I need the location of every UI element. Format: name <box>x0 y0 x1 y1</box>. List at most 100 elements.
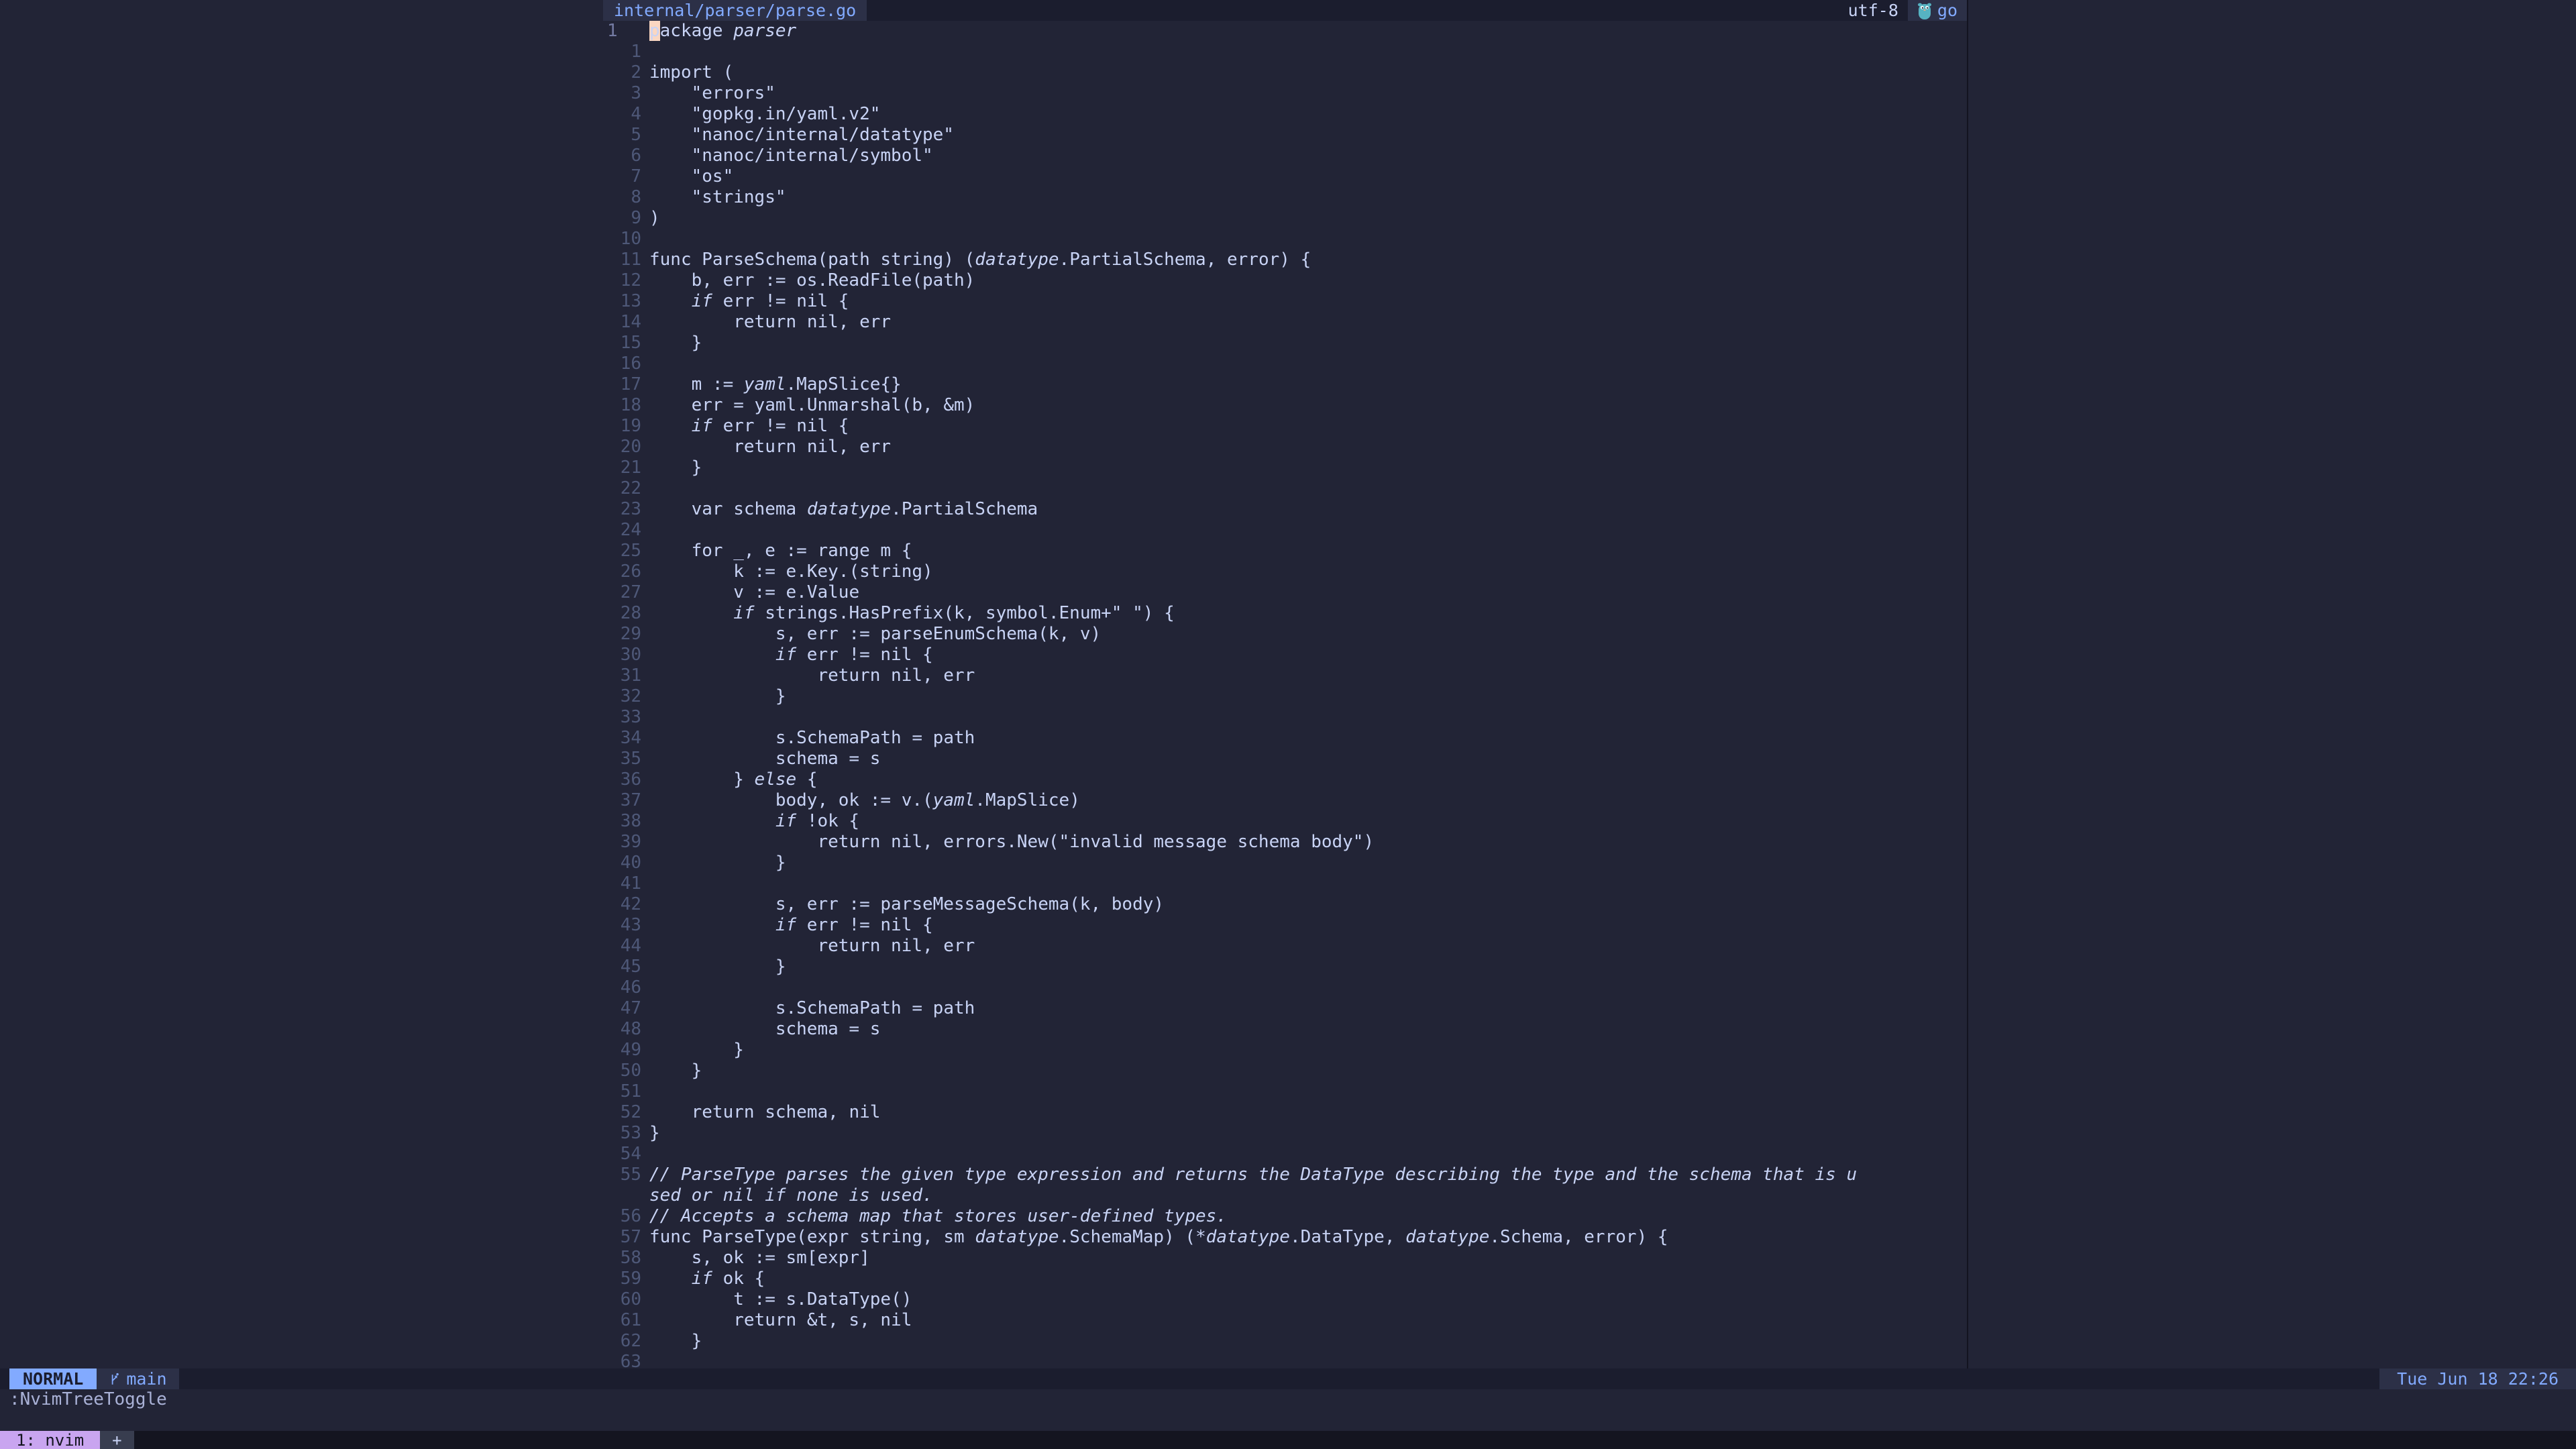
code-line[interactable]: 4 "gopkg.in/yaml.v2" <box>603 104 1967 125</box>
code-line[interactable]: 20 return nil, err <box>603 437 1967 458</box>
line-number: 46 <box>603 977 649 998</box>
code-line[interactable]: 26 k := e.Key.(string) <box>603 561 1967 582</box>
code-line[interactable]: 15 } <box>603 333 1967 354</box>
line-number: 42 <box>603 894 649 915</box>
code-line[interactable]: 60 t := s.DataType() <box>603 1289 1967 1310</box>
window-separator[interactable] <box>1967 0 1968 1368</box>
code-line[interactable]: 49 } <box>603 1040 1967 1061</box>
tmux-status-bar: 1: nvim + <box>0 1431 2576 1449</box>
line-number: 6 <box>603 146 649 166</box>
code-line[interactable]: sed or nil if none is used. <box>603 1185 1967 1206</box>
code-line[interactable]: 12 b, err := os.ReadFile(path) <box>603 270 1967 291</box>
code-line[interactable]: 62 } <box>603 1331 1967 1352</box>
code-line[interactable]: 13 if err != nil { <box>603 291 1967 312</box>
code-line[interactable]: 23 var schema datatype.PartialSchema <box>603 499 1967 520</box>
line-number: 4 <box>603 104 649 125</box>
code-line[interactable]: 50 } <box>603 1061 1967 1081</box>
code-line[interactable]: 5 "nanoc/internal/datatype" <box>603 125 1967 146</box>
line-number: 56 <box>603 1206 649 1227</box>
line-number: 9 <box>603 208 649 229</box>
code-line[interactable]: 10 <box>603 229 1967 250</box>
line-number: 29 <box>603 624 649 645</box>
code-line[interactable]: 43 if err != nil { <box>603 915 1967 936</box>
code-line[interactable]: 61 return &t, s, nil <box>603 1310 1967 1331</box>
code-line[interactable]: 31 return nil, err <box>603 665 1967 686</box>
code-line[interactable]: 19 if err != nil { <box>603 416 1967 437</box>
tmux-window-tab[interactable]: 1: nvim <box>0 1431 100 1449</box>
code-line[interactable]: 6 "nanoc/internal/symbol" <box>603 146 1967 166</box>
line-number: 26 <box>603 561 649 582</box>
line-number: 23 <box>603 499 649 520</box>
line-number: 38 <box>603 811 649 832</box>
line-number: 44 <box>603 936 649 957</box>
code-line[interactable]: 34 s.SchemaPath = path <box>603 728 1967 749</box>
code-line[interactable]: 52 return schema, nil <box>603 1102 1967 1123</box>
code-line[interactable]: 54 <box>603 1144 1967 1165</box>
code-line[interactable]: 29 s, err := parseEnumSchema(k, v) <box>603 624 1967 645</box>
line-number: 55 <box>603 1165 649 1185</box>
code-line[interactable]: 56// Accepts a schema map that stores us… <box>603 1206 1967 1227</box>
code-line[interactable]: 7 "os" <box>603 166 1967 187</box>
line-number: 45 <box>603 957 649 977</box>
line-number: 47 <box>603 998 649 1019</box>
line-number: 30 <box>603 645 649 665</box>
code-line[interactable]: 44 return nil, err <box>603 936 1967 957</box>
code-line[interactable]: 22 <box>603 478 1967 499</box>
code-line[interactable]: 27 v := e.Value <box>603 582 1967 603</box>
code-line[interactable]: 21 } <box>603 458 1967 478</box>
code-line[interactable]: 42 s, err := parseMessageSchema(k, body) <box>603 894 1967 915</box>
code-line[interactable]: 63 <box>603 1352 1967 1368</box>
code-line[interactable]: 35 schema = s <box>603 749 1967 769</box>
code-line[interactable]: 33 <box>603 707 1967 728</box>
winbar-filename[interactable]: internal/parser/parse.go <box>603 0 867 21</box>
line-number: 43 <box>603 915 649 936</box>
code-line[interactable]: 28 if strings.HasPrefix(k, symbol.Enum+"… <box>603 603 1967 624</box>
code-line[interactable]: 1 <box>603 42 1967 62</box>
code-line[interactable]: 25 for _, e := range m { <box>603 541 1967 561</box>
code-line[interactable]: 41 <box>603 873 1967 894</box>
code-line[interactable]: 16 <box>603 354 1967 374</box>
code-line[interactable]: 59 if ok { <box>603 1269 1967 1289</box>
git-branch-label: main <box>126 1369 166 1389</box>
line-number: 61 <box>603 1310 649 1331</box>
code-line[interactable]: 58 s, ok := sm[expr] <box>603 1248 1967 1269</box>
code-line[interactable]: 55// ParseType parses the given type exp… <box>603 1165 1967 1185</box>
code-line[interactable]: 36 } else { <box>603 769 1967 790</box>
code-line[interactable]: 17 m := yaml.MapSlice{} <box>603 374 1967 395</box>
line-number: 16 <box>603 354 649 374</box>
code-line[interactable]: 45 } <box>603 957 1967 977</box>
code-line[interactable]: 40 } <box>603 853 1967 873</box>
line-number: 63 <box>603 1352 649 1368</box>
code-line[interactable]: 18 err = yaml.Unmarshal(b, &m) <box>603 395 1967 416</box>
code-line[interactable]: 53} <box>603 1123 1967 1144</box>
code-line[interactable]: 46 <box>603 977 1967 998</box>
code-line[interactable]: 30 if err != nil { <box>603 645 1967 665</box>
code-line[interactable]: 48 schema = s <box>603 1019 1967 1040</box>
line-number: 35 <box>603 749 649 769</box>
code-line[interactable]: 32 } <box>603 686 1967 707</box>
code-line[interactable]: 57func ParseType(expr string, sm datatyp… <box>603 1227 1967 1248</box>
code-line[interactable]: 9) <box>603 208 1967 229</box>
line-number: 25 <box>603 541 649 561</box>
code-line[interactable]: 2import ( <box>603 62 1967 83</box>
line-number: 12 <box>603 270 649 291</box>
code-line[interactable]: 38 if !ok { <box>603 811 1967 832</box>
code-line[interactable]: 47 s.SchemaPath = path <box>603 998 1967 1019</box>
line-number: 21 <box>603 458 649 478</box>
line-number: 31 <box>603 665 649 686</box>
code-line[interactable]: 37 body, ok := v.(yaml.MapSlice) <box>603 790 1967 811</box>
code-line[interactable]: 51 <box>603 1081 1967 1102</box>
line-number: 54 <box>603 1144 649 1165</box>
code-line[interactable]: 24 <box>603 520 1967 541</box>
statusline-spacer <box>179 1368 2380 1389</box>
command-line[interactable]: :NvimTreeToggle <box>0 1389 2576 1431</box>
line-number: 2 <box>603 62 649 83</box>
code-line[interactable]: 8 "strings" <box>603 187 1967 208</box>
cursor-block: p <box>649 21 660 41</box>
code-line[interactable]: 3 "errors" <box>603 83 1967 104</box>
code-line[interactable]: 14 return nil, err <box>603 312 1967 333</box>
code-line[interactable]: 1package parser <box>603 21 1967 42</box>
line-number: 5 <box>603 125 649 146</box>
code-line[interactable]: 39 return nil, errors.New("invalid messa… <box>603 832 1967 853</box>
code-line[interactable]: 11func ParseSchema(path string) (datatyp… <box>603 250 1967 270</box>
